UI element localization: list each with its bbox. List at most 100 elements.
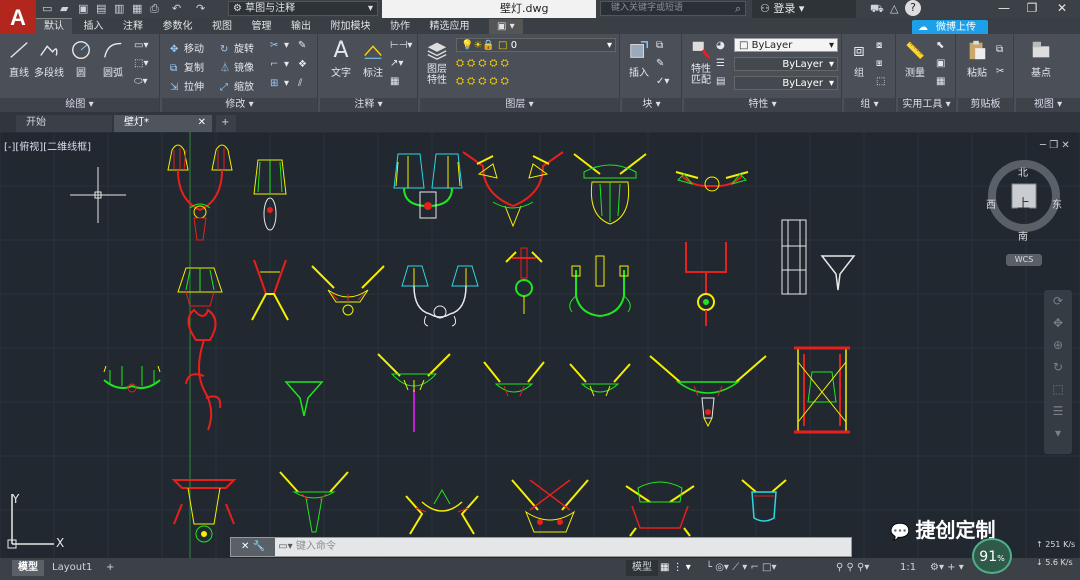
- insert-block-button[interactable]: 插入: [624, 38, 654, 79]
- viewcube-east[interactable]: 东: [1052, 196, 1062, 211]
- ribbon-tab-annotate[interactable]: 注释: [115, 19, 151, 35]
- erase-icon[interactable]: ✎: [298, 40, 306, 51]
- copy-clip-icon[interactable]: ⧉: [996, 44, 1003, 55]
- create-block-icon[interactable]: ⧉: [656, 40, 663, 51]
- ortho-polar-icons[interactable]: └ ◎▾ ⟋ ▾ ⌐ □▾: [700, 560, 783, 576]
- ribbon-tab-insert[interactable]: 插入: [76, 19, 112, 35]
- select-icon[interactable]: ⬉: [936, 40, 944, 51]
- view-panel-title[interactable]: 视图 ▾: [1016, 98, 1080, 112]
- table-icon[interactable]: ▦: [390, 76, 399, 87]
- command-input[interactable]: 键入命令: [296, 541, 336, 552]
- edit-block-icon[interactable]: ✎: [656, 58, 664, 69]
- utilities-panel-title[interactable]: 实用工具 ▾: [898, 98, 955, 112]
- viewcube-top-face[interactable]: 上: [1017, 193, 1030, 212]
- group-button[interactable]: ⧈ 组: [844, 38, 874, 79]
- dimension-button[interactable]: 标注: [358, 38, 388, 79]
- layout-tab-layout1[interactable]: Layout1: [46, 560, 98, 576]
- cut-icon[interactable]: ✂: [996, 66, 1004, 77]
- ribbon-tab-addins[interactable]: 附加模块: [323, 19, 379, 35]
- workspace-switcher[interactable]: ⚙ 草图与注释 ▾: [228, 1, 378, 16]
- save-icon[interactable]: ▣: [78, 2, 88, 15]
- line-button[interactable]: 直线: [4, 38, 34, 79]
- close-button[interactable]: ✕: [1048, 0, 1076, 18]
- properties-panel-title[interactable]: 特性 ▾: [684, 98, 841, 112]
- explode-icon[interactable]: ❖: [298, 59, 307, 70]
- modify-panel-title[interactable]: 修改 ▾: [162, 98, 317, 112]
- trim-button[interactable]: ✂ ▾: [270, 40, 289, 51]
- ribbon-tab-parametric[interactable]: 参数化: [155, 19, 201, 35]
- new-tab-button[interactable]: +: [216, 115, 236, 132]
- new-layout-button[interactable]: +: [100, 560, 120, 576]
- web-mobile-save-icon[interactable]: ▦: [132, 2, 142, 15]
- settings-icons[interactable]: ⚙▾ + ▾: [924, 560, 970, 576]
- layer-properties-button[interactable]: 图层 特性: [422, 38, 452, 86]
- move-button[interactable]: ✥ 移动: [170, 40, 204, 55]
- base-view-button[interactable]: 基点: [1026, 38, 1056, 79]
- hatch-icon[interactable]: ⬚▾: [134, 58, 148, 69]
- measure-button[interactable]: 📏 测量: [900, 38, 930, 79]
- layout-tab-model[interactable]: 模型: [12, 560, 44, 576]
- scale-button[interactable]: ⤢ 缩放: [220, 78, 254, 93]
- ribbon-tab-collaborate[interactable]: 协作: [382, 19, 418, 35]
- list-icon[interactable]: ▤: [716, 76, 725, 87]
- match-properties-button[interactable]: 特性 匹配: [686, 38, 716, 86]
- search-icon[interactable]: ⌕: [735, 2, 741, 16]
- block-attribute-icon[interactable]: ✓▾: [656, 76, 669, 87]
- restore-button[interactable]: ❐: [1018, 0, 1046, 18]
- viewport-controls[interactable]: ─ ❐ ✕: [1040, 140, 1070, 151]
- viewport-label[interactable]: [-][俯视][二维线框]: [4, 138, 91, 153]
- stretch-button[interactable]: ⇲ 拉伸: [170, 78, 204, 93]
- viewcube-west[interactable]: 西: [986, 196, 996, 211]
- autodesk-a360-icon[interactable]: △: [890, 2, 898, 15]
- mirror-button[interactable]: ⏃ 镜像: [220, 59, 254, 74]
- navigation-bar[interactable]: ⟳ ✥ ⊕ ↻ ⬚ ☰ ▾: [1044, 290, 1072, 454]
- groups-panel-title[interactable]: 组 ▾: [844, 98, 895, 112]
- search-input[interactable]: 键入关键字或短语: [600, 1, 746, 16]
- rectangle-icon[interactable]: ▭▾: [134, 40, 148, 51]
- file-tab-start[interactable]: 开始: [16, 115, 112, 132]
- close-icon[interactable]: ✕: [198, 115, 206, 131]
- clipboard-panel-title[interactable]: 剪贴板: [958, 98, 1013, 112]
- signin-button[interactable]: ⚇ 登录 ▾: [752, 0, 856, 18]
- open-file-icon[interactable]: ▰: [60, 2, 68, 15]
- ribbon-minimize-toggle[interactable]: ▣ ▾: [489, 19, 523, 35]
- ribbon-tab-output[interactable]: 输出: [283, 19, 319, 35]
- layer-dropdown[interactable]: 💡☀🔒 □ 0 ▾: [456, 38, 616, 52]
- grid-toggle-icon[interactable]: ▦ ⋮ ▾: [654, 560, 697, 576]
- viewcube-south[interactable]: 南: [1018, 228, 1028, 243]
- group-select-icon[interactable]: ⬚: [876, 76, 885, 87]
- new-file-icon[interactable]: ▭: [42, 2, 52, 15]
- block-panel-title[interactable]: 块 ▾: [622, 98, 681, 112]
- ribbon-tab-featured-apps[interactable]: 精选应用: [422, 19, 478, 35]
- group-edit-icon[interactable]: ⧆: [876, 58, 882, 69]
- offset-icon[interactable]: ⫽: [298, 78, 302, 89]
- command-history-icon[interactable]: ▭▾: [278, 541, 296, 552]
- draw-panel-title[interactable]: 绘图 ▾: [0, 98, 159, 112]
- workspace-tools-icons[interactable]: ⚲ ⚲ ⚲▾: [830, 560, 875, 576]
- ribbon-tab-view[interactable]: 视图: [204, 19, 240, 35]
- help-icon[interactable]: ?: [905, 0, 921, 16]
- circle-button[interactable]: 圆: [66, 38, 96, 79]
- viewcube-north[interactable]: 北: [1018, 164, 1028, 179]
- annotation-scale[interactable]: 1:1: [894, 560, 922, 576]
- drawing-canvas[interactable]: [-][俯视][二维线框] 北 南 东 西 上 WCS ─ ❐ ✕ ⟳ ✥ ⊕ ↻ ⬚ ☰…: [0, 132, 1080, 558]
- copy-button[interactable]: ⧉ 复制: [170, 59, 204, 74]
- paste-button[interactable]: 粘贴: [962, 38, 992, 79]
- calculator-icon[interactable]: ▦: [936, 76, 945, 87]
- linetype-dropdown[interactable]: ByLayer ▾: [734, 57, 838, 71]
- file-tab-current[interactable]: 壁灯* ✕: [114, 115, 212, 132]
- cart-icon[interactable]: ⛟: [870, 2, 884, 17]
- rotate-button[interactable]: ↻ 旋转: [220, 40, 254, 55]
- ungroup-icon[interactable]: ⧇: [876, 40, 882, 51]
- array-button[interactable]: ⊞ ▾: [270, 78, 289, 89]
- command-line[interactable]: ✕ 🔧 ▭▾ 键入命令: [230, 537, 852, 557]
- ribbon-tab-default[interactable]: 默认: [36, 18, 72, 34]
- ellipse-icon[interactable]: ⬭▾: [134, 76, 148, 87]
- color-dropdown[interactable]: □ ByLayer ▾: [734, 38, 838, 52]
- fillet-button[interactable]: ⌐ ▾: [270, 59, 289, 70]
- layer-tools-row-1[interactable]: ⛭ ⛭ ⛭ ⛭ ⛭: [456, 58, 509, 69]
- polyline-button[interactable]: 多段线: [34, 38, 64, 79]
- command-line-tools[interactable]: ✕ 🔧: [231, 538, 275, 556]
- layers-panel-title[interactable]: 图层 ▾: [420, 98, 619, 112]
- ribbon-tab-manage[interactable]: 管理: [244, 19, 280, 35]
